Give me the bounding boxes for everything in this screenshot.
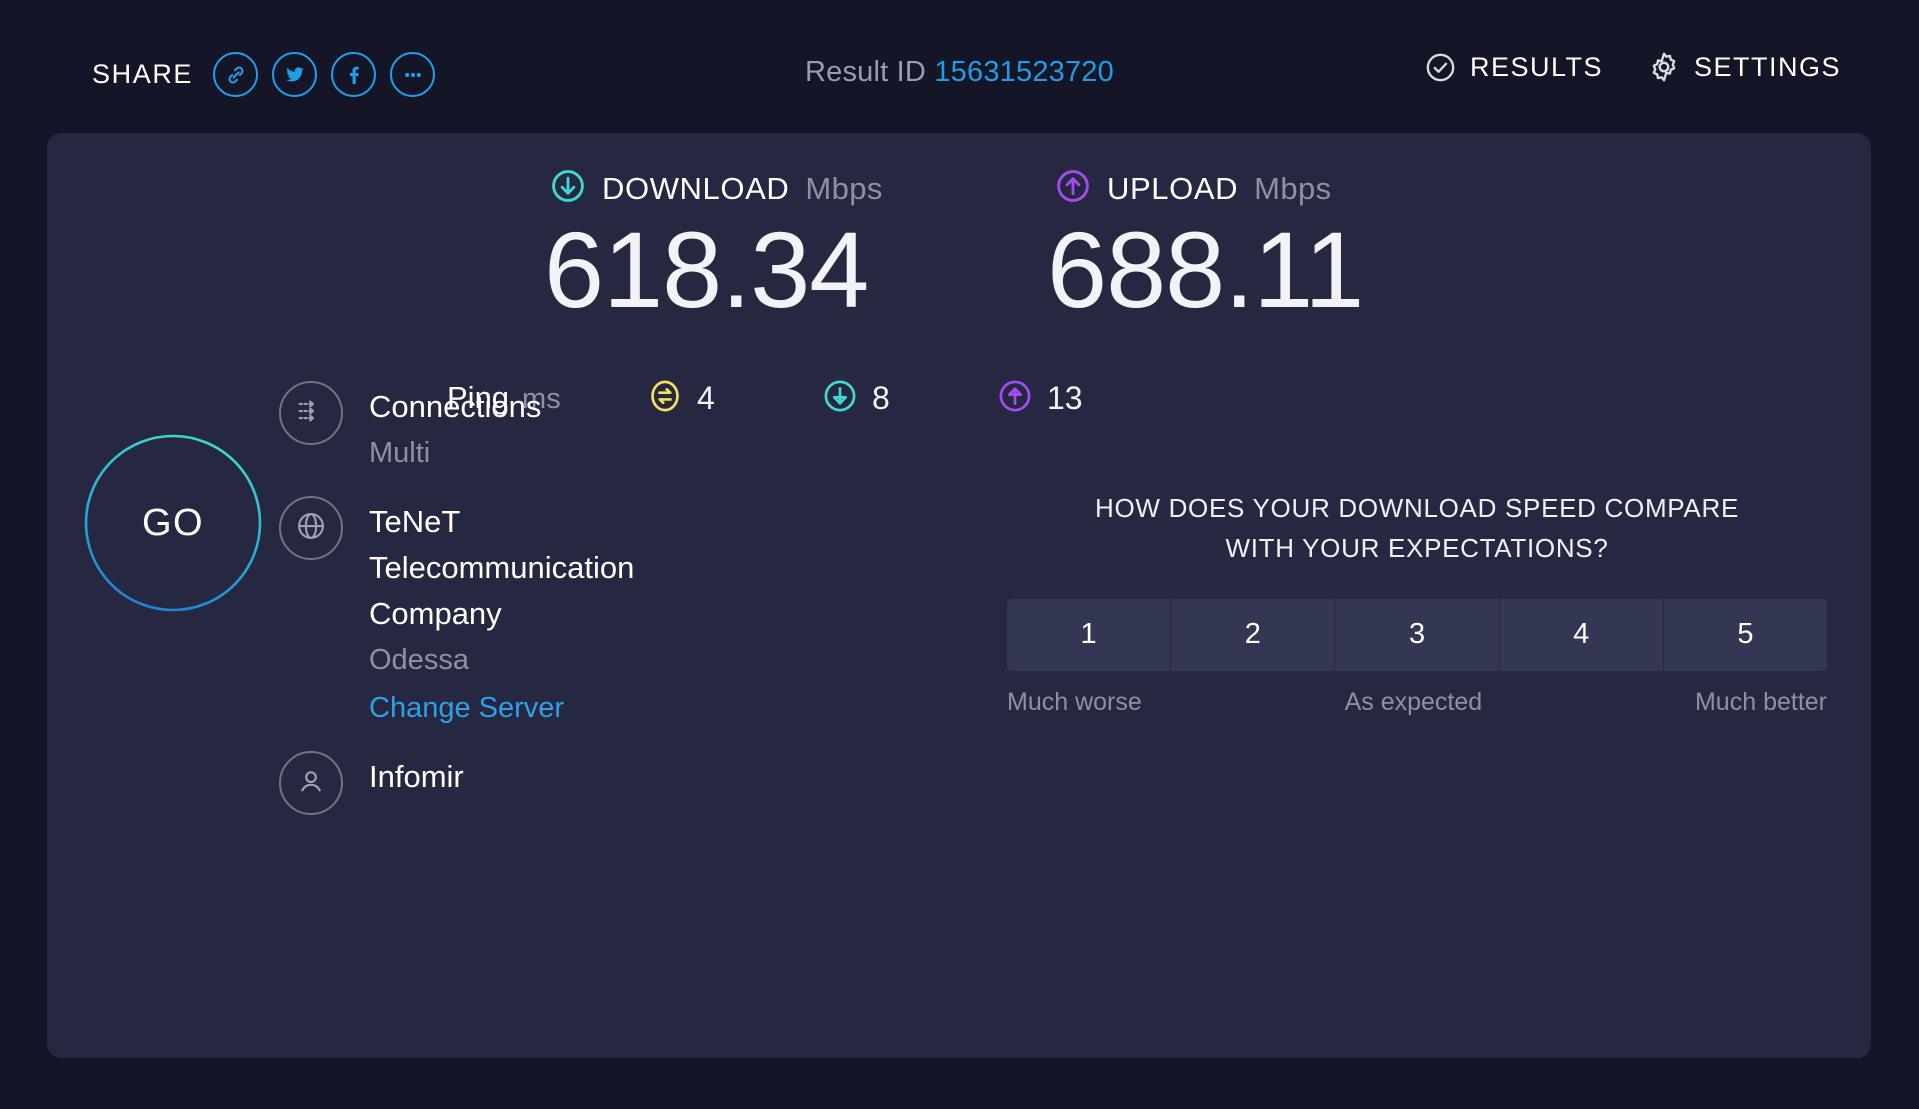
result-id-label: Result ID <box>805 56 927 88</box>
upload-latency: 13 <box>997 378 1083 419</box>
download-arrow-icon <box>550 168 586 209</box>
change-server-link[interactable]: Change Server <box>369 687 699 731</box>
download-latency: 8 <box>822 378 890 419</box>
rating-option-5[interactable]: 5 <box>1663 598 1827 671</box>
download-title: DOWNLOAD <box>602 170 790 206</box>
server-city: Odessa <box>369 644 469 676</box>
settings-label: SETTINGS <box>1693 51 1841 82</box>
download-header: DOWNLOAD Mbps <box>550 168 944 209</box>
person-icon <box>294 764 328 803</box>
rating-option-2[interactable]: 2 <box>1171 598 1336 671</box>
top-right-nav: RESULTS SETTINGS <box>1424 50 1841 84</box>
upload-block: UPLOAD Mbps 688.11 <box>1047 168 1447 325</box>
results-button[interactable]: RESULTS <box>1424 51 1603 84</box>
upload-header: UPLOAD Mbps <box>1055 168 1447 209</box>
survey-question: HOW DOES YOUR DOWNLOAD SPEED COMPARE WIT… <box>1007 488 1827 569</box>
survey-question-line1: HOW DOES YOUR DOWNLOAD SPEED COMPARE <box>1095 493 1739 523</box>
rating-option-3[interactable]: 3 <box>1335 598 1500 671</box>
result-id-value[interactable]: 15631523720 <box>934 56 1114 88</box>
connections-row[interactable]: Connections Multi <box>279 378 699 475</box>
scale-label-low: Much worse <box>1007 687 1142 716</box>
connections-body: Connections Multi <box>369 378 541 475</box>
isp-body: Infomir <box>369 748 464 800</box>
connections-label: Connections <box>369 389 542 424</box>
go-button-label: GO <box>141 501 205 544</box>
upload-title: UPLOAD <box>1107 170 1239 206</box>
upload-arrow-icon <box>997 378 1033 419</box>
isp-name: Infomir <box>369 759 464 794</box>
server-row[interactable]: TeNeT Telecommunication Company Odessa C… <box>279 493 699 730</box>
survey-question-line2: WITH YOUR EXPECTATIONS? <box>1225 533 1609 564</box>
upload-arrow-icon <box>1055 168 1091 209</box>
isp-row[interactable]: Infomir <box>279 748 699 815</box>
isp-icon-wrap <box>279 751 343 815</box>
go-button[interactable]: GO <box>83 433 263 613</box>
download-block: DOWNLOAD Mbps 618.34 <box>544 168 944 325</box>
download-arrow-icon <box>822 378 858 419</box>
server-body: TeNeT Telecommunication Company Odessa C… <box>369 493 699 730</box>
survey-rating-scale: 1 2 3 4 5 <box>1007 598 1827 671</box>
rating-option-4[interactable]: 4 <box>1499 598 1664 671</box>
globe-icon <box>294 509 328 548</box>
survey-scale-labels: Much worse As expected Much better <box>1007 688 1827 717</box>
connections-icon-wrap <box>279 381 343 445</box>
upload-latency-value: 13 <box>1047 379 1083 416</box>
download-value: 618.34 <box>544 209 869 330</box>
server-name: TeNeT Telecommunication Company <box>369 504 635 632</box>
multi-arrows-icon <box>294 394 328 433</box>
check-circle-icon <box>1424 51 1457 84</box>
scale-label-mid: As expected <box>1344 687 1483 716</box>
survey-panel: HOW DOES YOUR DOWNLOAD SPEED COMPARE WIT… <box>1007 488 1827 717</box>
download-unit: Mbps <box>805 170 883 206</box>
upload-value: 688.11 <box>1047 209 1364 330</box>
server-icon-wrap <box>279 496 343 561</box>
connections-value: Multi <box>369 436 431 469</box>
download-latency-value: 8 <box>872 379 890 416</box>
rating-option-1[interactable]: 1 <box>1007 598 1172 671</box>
top-bar: SHARE Result ID 15631523720 RESULTS SETT… <box>0 0 1919 130</box>
settings-button[interactable]: SETTINGS <box>1647 50 1841 84</box>
idle-latency-value: 4 <box>697 379 715 416</box>
results-label: RESULTS <box>1469 51 1603 82</box>
result-card: DOWNLOAD Mbps 618.34 UPLOAD Mbps 688.11 … <box>47 133 1871 1058</box>
scale-label-high: Much better <box>1694 687 1827 716</box>
connection-info-list: Connections Multi TeNeT Telecommunicatio… <box>279 378 699 819</box>
upload-unit: Mbps <box>1254 170 1332 206</box>
gear-icon <box>1647 50 1681 84</box>
